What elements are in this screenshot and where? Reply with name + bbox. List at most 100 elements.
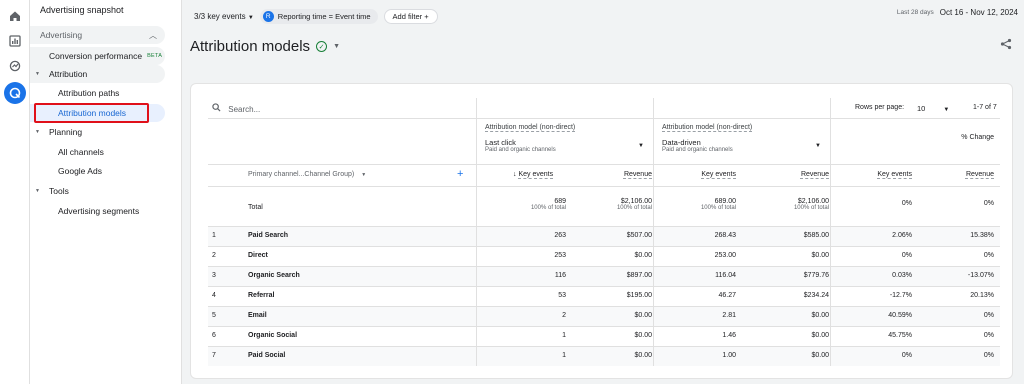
total-b-ke: 689.00 100% of total xyxy=(701,198,736,211)
add-dimension-button[interactable]: + xyxy=(457,168,463,180)
plus-icon: + xyxy=(424,11,429,21)
beta-badge: BETA xyxy=(147,53,163,59)
cell-c-ke: 0% xyxy=(901,352,912,359)
caret-down-icon[interactable]: ▼ xyxy=(815,143,821,149)
model-a-select[interactable]: Last click Paid and organic channels xyxy=(485,138,556,153)
cell-b-ke: 1.46 xyxy=(722,332,736,339)
cell-c-rev: 0% xyxy=(983,352,994,359)
sidebar-item-google-ads[interactable]: Google Ads xyxy=(30,162,180,180)
attribution-table: Search... Rows per page: 10 ▼ 1-7 of 7 At… xyxy=(208,98,1000,366)
sidebar-item-label: Planning xyxy=(49,127,83,137)
cell-a-rev: $0.00 xyxy=(634,252,652,259)
caret-down-icon[interactable]: ▼ xyxy=(638,143,644,149)
cell-b-ke: 46.27 xyxy=(718,292,736,299)
advertising-icon[interactable] xyxy=(4,82,26,104)
pagination-text: 1-7 of 7 xyxy=(973,104,997,111)
sidebar-item-label: Attribution paths xyxy=(58,88,120,98)
sidebar-item-planning[interactable]: ▼ Planning xyxy=(30,123,180,141)
cell-b-ke: 268.43 xyxy=(714,232,736,239)
col-key-events-change[interactable]: Key events xyxy=(877,171,912,178)
cell-b-rev: $0.00 xyxy=(811,352,829,359)
reports-icon[interactable] xyxy=(7,33,23,49)
cell-b-rev: $234.24 xyxy=(803,292,829,299)
model-a-sub: Paid and organic channels xyxy=(485,147,556,153)
sidebar-item-advertising-snapshot[interactable]: Advertising snapshot xyxy=(40,1,190,19)
cell-a-rev: $897.00 xyxy=(626,272,652,279)
check-circle-icon[interactable]: ✓ xyxy=(316,41,328,52)
total-value: $2,106.00 xyxy=(620,198,652,205)
cell-ch: Email xyxy=(248,312,267,319)
cell-a-ke: 1 xyxy=(562,352,566,359)
sidebar-item-label: Advertising segments xyxy=(58,206,140,216)
key-events-selector[interactable]: 3/3 key events ▼ xyxy=(194,12,254,21)
col-revenue-change[interactable]: Revenue xyxy=(966,171,994,178)
dimension-selector[interactable]: Primary channel...Channel Group) ▼ xyxy=(248,171,366,178)
explore-icon[interactable] xyxy=(7,58,23,74)
chip-label: Reporting time = Event time xyxy=(277,11,371,21)
cell-b-rev: $0.00 xyxy=(811,332,829,339)
search-icon xyxy=(212,103,223,114)
col-key-events-b[interactable]: Key events xyxy=(701,171,736,178)
chip-badge: R xyxy=(262,10,274,22)
cell-n: 3 xyxy=(212,272,216,279)
share-icon[interactable] xyxy=(1000,38,1012,53)
model-b-select[interactable]: Data-driven Paid and organic channels xyxy=(662,138,733,153)
caret-down-icon: ▼ xyxy=(35,71,40,77)
sidebar-section-advertising[interactable]: Advertising ︿ xyxy=(30,26,165,44)
cell-ch: Paid Search xyxy=(248,232,289,239)
total-label: Total xyxy=(248,204,263,211)
cell-a-ke: 2 xyxy=(562,312,566,319)
col-revenue-b[interactable]: Revenue xyxy=(801,171,829,178)
sidebar-item-attribution[interactable]: ▼ Attribution xyxy=(30,65,165,83)
cell-a-ke: 116 xyxy=(554,272,566,279)
home-icon[interactable] xyxy=(7,8,23,24)
key-events-label: 3/3 key events xyxy=(194,11,246,21)
total-sub: 100% of total xyxy=(530,205,566,211)
cell-c-ke: 45.75% xyxy=(888,332,912,339)
add-filter-button[interactable]: Add filter + xyxy=(383,8,438,24)
caret-down-icon: ▼ xyxy=(35,129,40,135)
cell-c-rev: -13.07% xyxy=(967,272,994,279)
cell-a-rev: $0.00 xyxy=(634,352,652,359)
total-a-ke: 689 100% of total xyxy=(531,198,566,211)
cell-ch: Organic Social xyxy=(248,332,298,339)
total-value: $2,106.00 xyxy=(797,198,829,205)
sidebar-item-label: Tools xyxy=(49,186,69,196)
reporting-time-chip[interactable]: R Reporting time = Event time xyxy=(259,8,378,24)
dimension-label: Primary channel...Channel Group) xyxy=(248,171,355,178)
cell-a-rev: $195.00 xyxy=(626,292,652,299)
rows-per-page-label: Rows per page: xyxy=(855,104,905,111)
cell-ch: Direct xyxy=(248,252,268,259)
main-content: 3/3 key events ▼ R Reporting time = Even… xyxy=(182,0,1024,384)
sidebar-item-attribution-paths[interactable]: Attribution paths xyxy=(30,84,180,102)
sidebar-item-label: Conversion performance xyxy=(49,51,143,61)
col-revenue-a[interactable]: Revenue xyxy=(624,171,652,178)
cell-b-rev: $779.76 xyxy=(803,272,829,279)
rows-per-page-select[interactable]: 10 ▼ xyxy=(917,104,949,113)
col-key-events-a[interactable]: ↓ Key events xyxy=(513,171,553,178)
search-field[interactable]: Search... xyxy=(212,103,260,114)
caret-down-icon[interactable]: ▼ xyxy=(333,43,340,50)
date-range-label: Last 28 days xyxy=(896,9,934,16)
search-input[interactable]: Search... xyxy=(228,105,260,114)
cell-ch: Organic Search xyxy=(248,272,300,279)
cell-c-rev: 20.13% xyxy=(970,292,994,299)
date-range-picker[interactable]: Last 28 days Oct 16 - Nov 12, 2024 xyxy=(897,8,1018,17)
cell-a-ke: 263 xyxy=(554,232,566,239)
cell-a-rev: $0.00 xyxy=(634,332,652,339)
sidebar-item-conversion-performance[interactable]: Conversion performance BETA xyxy=(30,47,165,65)
cell-b-ke: 116.04 xyxy=(715,272,736,279)
cell-a-rev: $507.00 xyxy=(626,232,652,239)
cell-ch: Paid Social xyxy=(248,352,286,359)
sidebar-item-tools[interactable]: ▼ Tools xyxy=(30,182,180,200)
cell-b-rev: $0.00 xyxy=(811,252,829,259)
add-filter-label: Add filter xyxy=(392,11,423,21)
cell-n: 4 xyxy=(212,292,216,299)
sidebar-item-advertising-segments[interactable]: Advertising segments xyxy=(30,202,180,220)
pct-change-header: % Change xyxy=(961,134,994,141)
total-c-ke: 0% xyxy=(901,200,912,207)
cell-c-rev: 0% xyxy=(983,252,994,259)
sidebar-item-all-channels[interactable]: All channels xyxy=(30,143,180,161)
cell-n: 5 xyxy=(212,312,216,319)
cell-b-ke: 2.81 xyxy=(722,312,736,319)
